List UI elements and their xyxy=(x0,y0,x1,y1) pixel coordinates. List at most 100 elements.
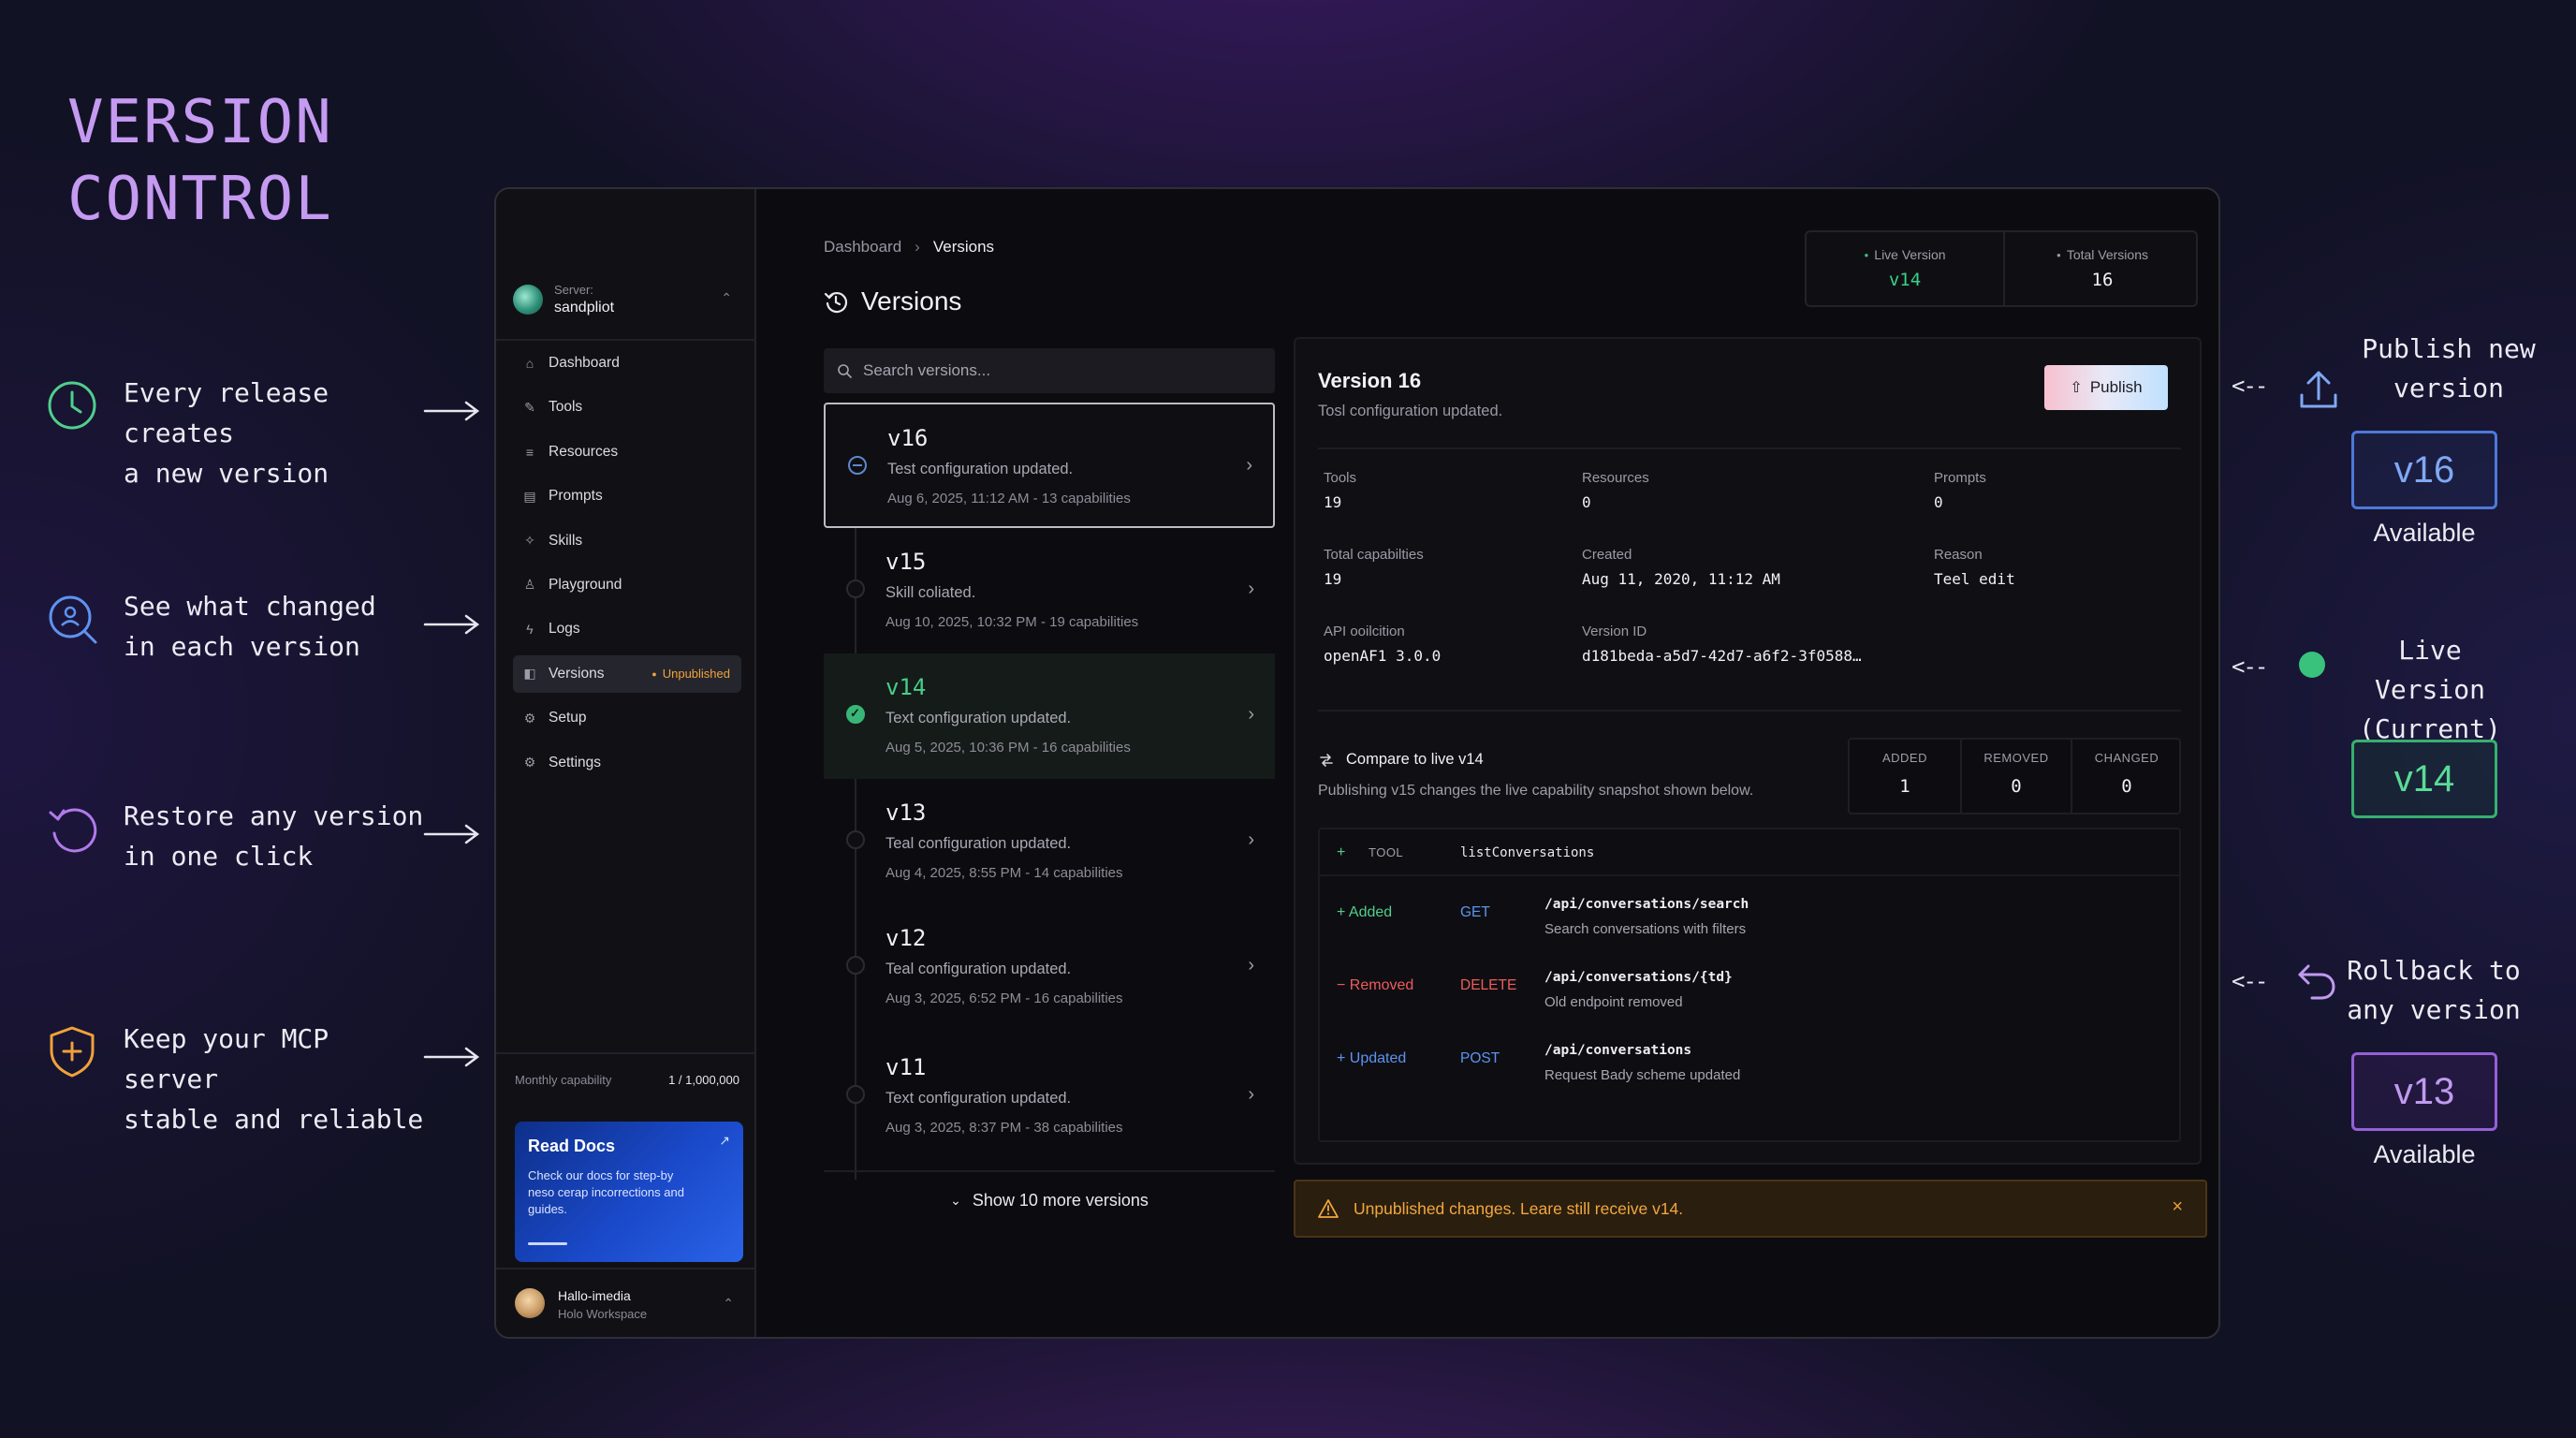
live-version-label: Live Version xyxy=(1807,247,2003,262)
change-description: Old endpoint removed xyxy=(1544,994,1683,1010)
chat-icon: ▤ xyxy=(523,488,536,504)
change-kind: + Added xyxy=(1337,904,1392,921)
version-cards: v16 Test configuration updated. Aug 6, 2… xyxy=(824,403,1275,1180)
live-check-icon xyxy=(846,705,865,724)
sidebar-item-setup[interactable]: ⚙ Setup xyxy=(513,699,741,737)
timeline-dot xyxy=(846,1085,865,1104)
sidebar-item-settings[interactable]: ⚙ Settings xyxy=(513,744,741,782)
search-bar[interactable] xyxy=(824,348,1275,393)
flask-icon: ♙ xyxy=(523,577,536,593)
version-row-v16[interactable]: v16 Test configuration updated. Aug 6, 2… xyxy=(824,403,1275,528)
magnifier-icon xyxy=(49,595,97,644)
chevron-right-icon: › xyxy=(1248,704,1254,725)
compare-subtitle: Publishing v15 changes the live capabili… xyxy=(1318,783,1754,799)
divider xyxy=(496,1052,756,1054)
hero-title-line1: VERSION xyxy=(67,88,333,157)
change-row-removed: − Removed DELETE /api/conversations/{td}… xyxy=(1320,955,2179,1028)
close-icon[interactable]: × xyxy=(2172,1196,2183,1218)
version-row-v13[interactable]: v13 Teal configuration updated. Aug 4, 2… xyxy=(824,779,1275,904)
count-label: CHANGED xyxy=(2094,751,2159,765)
change-description: Search conversations with filters xyxy=(1544,921,1747,937)
meta-value: 19 xyxy=(1324,570,1342,588)
dashboard-icon: ⌂ xyxy=(525,356,534,371)
version-box-v14: v14 xyxy=(2351,740,2497,818)
sidebar-item-skills[interactable]: ✧ Skills xyxy=(513,522,741,560)
detail-title: Version 16 xyxy=(1318,369,1422,392)
meta-tools: Tools 19 xyxy=(1324,470,1586,536)
version-box-caption: Available xyxy=(2373,519,2476,547)
changes-list: + TOOL listConversations + Added GET /ap… xyxy=(1318,828,2181,1142)
detail-subtitle: Tosl configuration updated. xyxy=(1318,403,1503,419)
feature-stable: Keep your MCP server stable and reliable xyxy=(37,1019,487,1135)
user-switcher[interactable]: Hallo-imedia Holo Workspace ⌃ xyxy=(515,1281,743,1328)
sidebar-item-tools[interactable]: ✎ Tools xyxy=(513,389,741,426)
version-tag: v15 xyxy=(886,549,927,575)
meta-prompts: Prompts 0 xyxy=(1934,470,2196,536)
meta-resources: Resources 0 xyxy=(1582,470,1844,536)
sparkle-icon: ✧ xyxy=(524,533,535,549)
publish-annotation: Publish new version xyxy=(2346,330,2552,408)
sidebar-item-logs[interactable]: ϟ Logs xyxy=(513,610,741,648)
show-more-button[interactable]: ⌄ Show 10 more versions xyxy=(824,1170,1275,1228)
meta-label: API ooilcition xyxy=(1324,624,1405,639)
feature-restore: Restore any version in one click xyxy=(37,796,487,889)
compare-title: Compare to live v14 xyxy=(1318,751,1484,769)
upload-icon: ⇧ xyxy=(2070,380,2083,396)
arrow-left-icon: <-- xyxy=(2232,968,2268,994)
version-description: Skill coliated. xyxy=(886,584,976,601)
tool-name: listConversations xyxy=(1460,845,1595,860)
http-method: POST xyxy=(1460,1050,1500,1066)
sidebar-item-versions[interactable]: ◧ Versions Unpublished xyxy=(513,654,741,693)
timeline-dot xyxy=(848,456,867,475)
change-kind: + Updated xyxy=(1337,1050,1406,1067)
timeline-dot xyxy=(846,830,865,849)
feature-4-line1: Keep your MCP server xyxy=(124,1023,329,1094)
search-icon xyxy=(838,364,852,378)
live-version-value: v14 xyxy=(1888,270,1922,290)
meta-value: 0 xyxy=(1582,493,1591,511)
arrow-left-icon: <-- xyxy=(2232,373,2268,399)
bolt-icon: ϟ xyxy=(526,622,534,638)
arrow-right-icon xyxy=(423,401,480,421)
compare-icon xyxy=(1320,753,1333,767)
sidebar-item-playground[interactable]: ♙ Playground xyxy=(513,566,741,604)
sidebar-item-prompts[interactable]: ▤ Prompts xyxy=(513,477,741,515)
arrow-right-icon xyxy=(423,824,480,844)
version-description: Text configuration updated. xyxy=(886,710,1072,726)
http-method: DELETE xyxy=(1460,977,1517,993)
publish-button[interactable]: ⇧ Publish xyxy=(2044,365,2168,410)
wrench-icon: ✎ xyxy=(524,399,535,415)
version-row-v15[interactable]: v15 Skill coliated. Aug 10, 2025, 10:32 … xyxy=(824,528,1275,653)
database-icon: ≡ xyxy=(525,444,534,460)
version-meta: Aug 6, 2025, 11:12 AM - 13 capabilities xyxy=(887,491,1131,506)
sidebar-item-label: Setup xyxy=(549,710,587,726)
chevron-right-icon: › xyxy=(1248,829,1254,850)
tool-label: TOOL xyxy=(1368,845,1404,859)
sidebar: Server: sandpliot ⌃ ⌂ Dashboard ✎ Tools … xyxy=(496,189,756,1337)
chevron-updown-icon: ⌃ xyxy=(723,1296,734,1311)
meta-value: 0 xyxy=(1934,493,1943,511)
sidebar-item-resources[interactable]: ≡ Resources xyxy=(513,433,741,471)
endpoint-path: /api/conversations xyxy=(1544,1043,1692,1058)
version-row-v11[interactable]: v11 Text configuration updated. Aug 3, 2… xyxy=(824,1034,1275,1159)
removed-count: REMOVED 0 xyxy=(1960,740,2071,813)
warning-icon xyxy=(1318,1199,1339,1218)
meta-version-id: Version ID d181beda-a5d7-42d7-a6f2-3f058… xyxy=(1582,624,1956,689)
rollback-icon xyxy=(2298,964,2335,1000)
count-label: ADDED xyxy=(1881,751,1927,765)
sidebar-item-dashboard[interactable]: ⌂ Dashboard xyxy=(513,345,741,382)
version-row-v14[interactable]: v14 Text configuration updated. Aug 5, 2… xyxy=(824,653,1275,779)
chevron-right-icon: › xyxy=(915,238,920,256)
tool-row: + TOOL listConversations xyxy=(1320,829,2179,876)
version-row-v12[interactable]: v12 Teal configuration updated. Aug 3, 2… xyxy=(824,904,1275,1030)
changed-count: CHANGED 0 xyxy=(2071,740,2181,813)
search-input[interactable] xyxy=(863,361,1237,380)
change-row-added: + Added GET /api/conversations/search Se… xyxy=(1320,882,2179,955)
server-switcher[interactable]: Server: sandpliot ⌃ xyxy=(513,271,741,330)
meta-label: Version ID xyxy=(1582,624,1647,639)
breadcrumb-dashboard[interactable]: Dashboard xyxy=(824,238,901,256)
hero-title-line2: CONTROL xyxy=(67,165,333,234)
version-description: Teal configuration updated. xyxy=(886,961,1072,977)
read-docs-card[interactable]: Read Docs Check our docs for step-by nes… xyxy=(515,1122,743,1262)
live-annotation-line1: Live Version xyxy=(2374,635,2485,705)
